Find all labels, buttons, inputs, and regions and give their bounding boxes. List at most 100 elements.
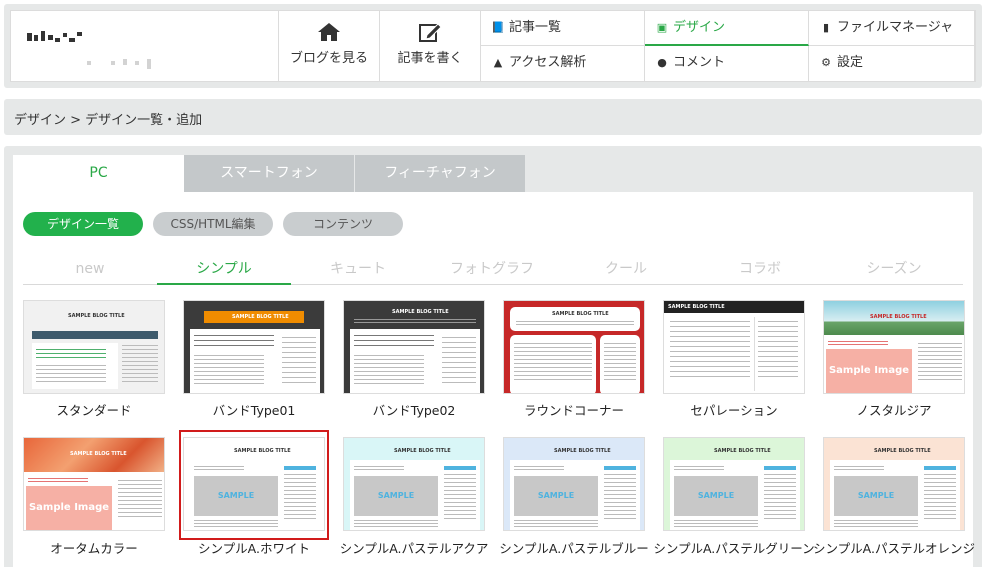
design-card[interactable]: SAMPLE BLOG TITLE SAMPLE シンプルA.パステルブルー — [499, 437, 649, 567]
thumb-text-line — [444, 486, 476, 487]
thumb-text-line — [514, 347, 592, 348]
thumb-text-line — [604, 490, 636, 491]
thumb-text-line — [604, 518, 636, 519]
category-collab[interactable]: コラボ — [693, 254, 827, 284]
thumb-text-line — [670, 331, 750, 332]
design-card[interactable]: SAMPLE BLOG TITLE スタンダード — [23, 300, 165, 420]
design-thumbnail[interactable]: SAMPLE BLOG TITLE SAMPLE — [343, 437, 485, 531]
thumb-blog-title: SAMPLE BLOG TITLE — [870, 314, 927, 320]
thumb-text-line — [674, 523, 758, 524]
thumb-text-line — [514, 355, 592, 356]
thumb-text-line — [764, 510, 796, 511]
design-card[interactable]: SAMPLE BLOG TITLE バンドType01 — [183, 300, 325, 420]
menu-analytics[interactable]: ▲ アクセス解析 — [481, 46, 645, 81]
thumb-text-line — [444, 510, 476, 511]
thumb-blog-title: SAMPLE BLOG TITLE — [394, 448, 451, 454]
thumb-text-line — [924, 494, 956, 495]
design-thumbnail[interactable]: SAMPLE BLOG TITLE — [503, 300, 645, 394]
thumb-text-line — [670, 346, 750, 347]
design-card[interactable]: SAMPLE BLOG TITLE バンドType02 — [343, 300, 485, 420]
thumb-text-line — [194, 371, 264, 372]
menu-articles[interactable]: 📘 記事一覧 — [481, 11, 645, 46]
thumb-text-line — [118, 516, 162, 517]
thumb-text-line — [516, 321, 634, 322]
thumb-text-line — [444, 490, 476, 491]
thumb-text-line — [194, 345, 274, 346]
tab-smartphone[interactable]: スマートフォン — [184, 155, 354, 192]
design-thumbnail[interactable]: SAMPLE BLOG TITLE SAMPLE — [663, 437, 805, 531]
menu-settings[interactable]: ⚙ 設定 — [809, 46, 975, 81]
category-photograph[interactable]: フォトグラフ — [425, 254, 559, 284]
thumb-text-line — [354, 340, 434, 341]
design-thumbnail[interactable]: SAMPLE BLOG TITLE — [663, 300, 805, 394]
thumb-text-line — [670, 371, 750, 372]
category-cute[interactable]: キュート — [291, 254, 425, 284]
thumb-text-line — [674, 520, 758, 521]
write-article-button[interactable]: 記事を書く — [380, 11, 481, 81]
menu-design[interactable]: ▣ デザイン — [645, 11, 809, 46]
pill-contents[interactable]: コンテンツ — [283, 212, 403, 236]
thumb-blog-title: SAMPLE BLOG TITLE — [874, 448, 931, 454]
thumb-text-line — [118, 492, 162, 493]
design-card[interactable]: SAMPLE BLOG TITLE Sample Image ノスタルジア — [823, 300, 965, 420]
thumb-text-line — [122, 349, 158, 350]
thumb-text-line — [604, 355, 636, 356]
tab-featurephone[interactable]: フィーチャフォン — [355, 155, 525, 192]
category-new[interactable]: new — [23, 254, 157, 284]
thumb-text-line — [194, 363, 264, 364]
design-card[interactable]: SAMPLE BLOG TITLE SAMPLE シンプルA.パステルアクア — [340, 437, 488, 567]
thumb-text-line — [354, 367, 424, 368]
design-card[interactable]: SAMPLE BLOG TITLE Sample Image オータムカラー — [23, 437, 165, 567]
design-thumbnail[interactable]: SAMPLE BLOG TITLE SAMPLE — [823, 437, 965, 531]
category-season[interactable]: シーズン — [827, 254, 961, 284]
category-simple[interactable]: シンプル — [157, 254, 291, 285]
design-card[interactable]: SAMPLE BLOG TITLE SAMPLE シンプルA.パステルオレンジ — [813, 437, 975, 567]
pill-design-list[interactable]: デザイン一覧 — [23, 212, 143, 236]
thumb-text-line — [282, 367, 316, 368]
image-icon: ▣ — [656, 21, 668, 34]
thumb-text-line — [118, 496, 162, 497]
view-blog-button[interactable]: ブログを見る — [279, 11, 380, 81]
thumb-text-line — [604, 494, 636, 495]
design-card[interactable]: SAMPLE BLOG TITLE SAMPLE シンプルA.パステルグリーン — [653, 437, 815, 567]
thumb-text-line — [442, 382, 476, 383]
thumb-text-line — [194, 379, 264, 380]
design-thumbnail[interactable]: SAMPLE BLOG TITLE Sample Image — [23, 437, 165, 531]
thumb-text-line — [354, 466, 404, 467]
thumb-text-line — [670, 356, 750, 357]
thumb-text-line — [604, 478, 636, 479]
thumb-text-line — [282, 382, 316, 383]
thumb-text-line — [194, 355, 264, 356]
thumb-text-line — [670, 336, 750, 337]
thumb-blog-title: SAMPLE BLOG TITLE — [714, 448, 771, 454]
menu-file-manager[interactable]: ▮ ファイルマネージャ — [809, 11, 975, 46]
pill-css-html-edit[interactable]: CSS/HTML編集 — [153, 212, 273, 236]
thumb-blog-title: SAMPLE BLOG TITLE — [392, 309, 449, 315]
thumb-text-line — [924, 482, 956, 483]
design-thumbnail[interactable]: SAMPLE BLOG TITLE — [183, 300, 325, 394]
blog-logo[interactable] — [11, 11, 279, 81]
design-name: ノスタルジア — [856, 403, 932, 418]
design-thumbnail[interactable]: SAMPLE BLOG TITLE — [23, 300, 165, 394]
design-name: シンプルA.ホワイト — [198, 541, 310, 556]
thumb-text-line — [442, 352, 476, 353]
thumb-blog-title: SAMPLE BLOG TITLE — [554, 448, 611, 454]
menu-comments[interactable]: ● コメント — [645, 46, 809, 81]
design-card[interactable]: SAMPLE BLOG TITLE セパレーション — [663, 300, 805, 420]
thumb-text-line — [442, 377, 476, 378]
comment-icon: ● — [657, 56, 667, 69]
thumb-text-line — [514, 359, 592, 360]
thumb-text-line — [122, 345, 158, 346]
design-card[interactable]: SAMPLE BLOG TITLE ラウンドコーナー — [503, 300, 645, 420]
thumb-text-line — [758, 356, 798, 357]
menu-settings-label: 設定 — [837, 55, 864, 70]
category-cool[interactable]: クール — [559, 254, 693, 284]
thumb-text-line — [828, 341, 888, 342]
design-thumbnail[interactable]: SAMPLE BLOG TITLE Sample Image — [823, 300, 965, 394]
design-thumbnail[interactable]: SAMPLE BLOG TITLE SAMPLE — [503, 437, 645, 531]
thumb-text-line — [604, 343, 636, 344]
thumb-text-line — [670, 366, 750, 367]
thumb-search-bar — [604, 466, 636, 470]
design-thumbnail[interactable]: SAMPLE BLOG TITLE — [343, 300, 485, 394]
tab-pc[interactable]: PC — [13, 155, 184, 192]
